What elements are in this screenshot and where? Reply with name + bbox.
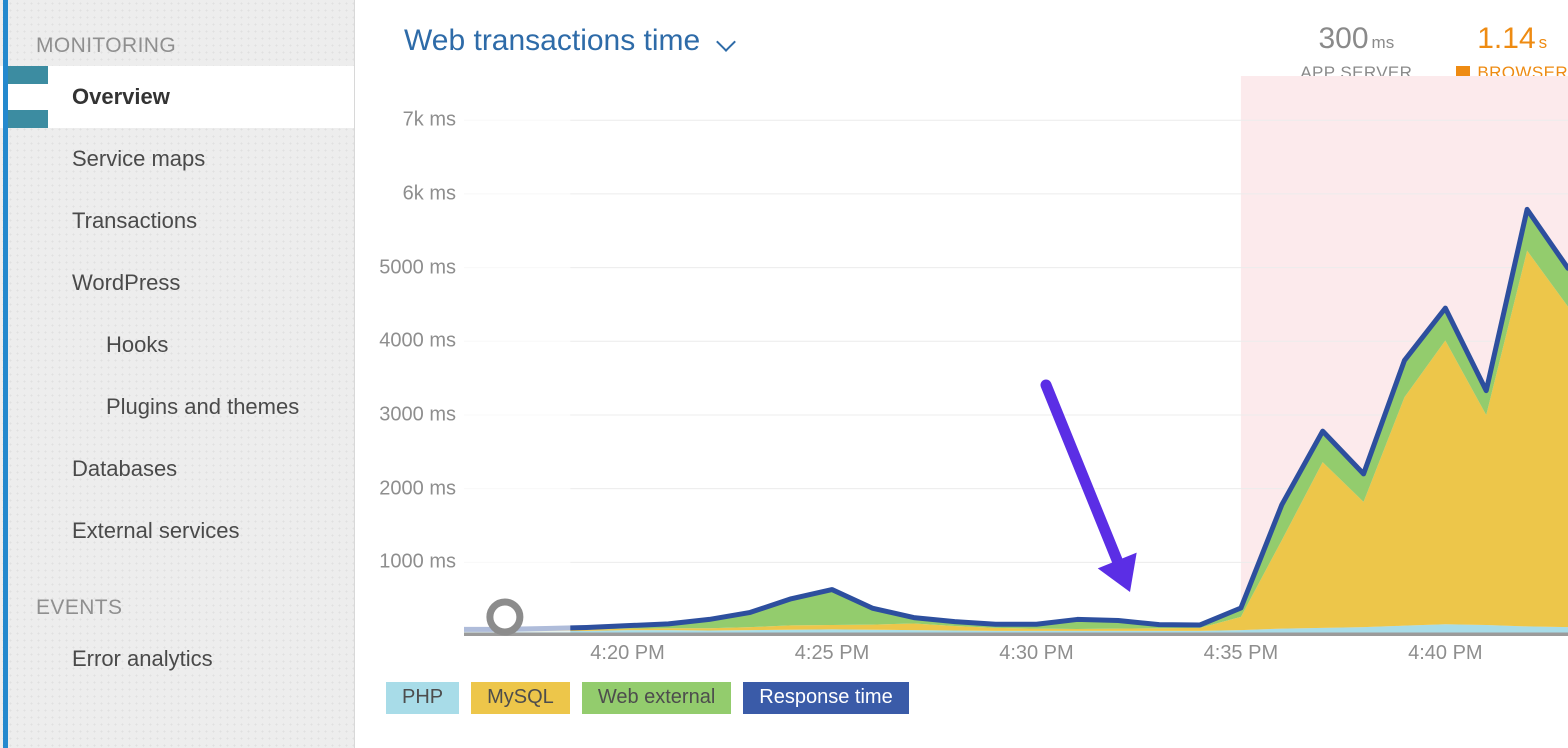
sidebar-item-wordpress[interactable]: WordPress [0, 252, 354, 314]
metric-number: 300 [1318, 22, 1368, 55]
sidebar-item-label[interactable]: Hooks [0, 332, 168, 358]
x-axis-tick-label: 4:35 PM [1204, 642, 1278, 665]
metric-app-server: 300msAPP SERVER [1300, 22, 1412, 83]
page-title: Web transactions time [404, 24, 700, 58]
sidebar-item-external-services[interactable]: External services [0, 500, 354, 562]
x-axis-tick-label: 4:30 PM [999, 642, 1073, 665]
main-content: Web transactions time 300msAPP SERVER 1.1… [356, 0, 1568, 748]
header-metrics: 300msAPP SERVER 1.14sBROWSER [1300, 22, 1568, 83]
metric-unit: ms [1372, 33, 1395, 52]
sidebar-section-events: EVENTS [0, 562, 354, 628]
sidebar-item-label[interactable]: Databases [0, 456, 177, 482]
legend-item-web-external[interactable]: Web external [582, 682, 731, 714]
metric-unit: s [1539, 33, 1548, 52]
sidebar-item-label[interactable]: Error analytics [0, 646, 213, 672]
sidebar-item-transactions[interactable]: Transactions [0, 190, 354, 252]
y-axis-tick-label: 4000 ms [379, 330, 456, 353]
sidebar: MONITORING Overview Service maps Transactio… [0, 0, 355, 748]
plot-area[interactable] [464, 76, 1568, 636]
sidebar-item-label: MONITORING [0, 34, 176, 58]
y-axis-labels: 1000 ms 2000 ms 3000 ms 4000 ms 5000 ms 6k ms… [356, 76, 456, 636]
y-axis-tick-label: 3000 ms [379, 403, 456, 426]
sidebar-item-service-maps[interactable]: Service maps [0, 128, 354, 190]
metric-number: 1.14 [1477, 22, 1535, 55]
sidebar-item-databases[interactable]: Databases [0, 438, 354, 500]
x-axis-tick-label: 4:20 PM [590, 642, 664, 665]
chart-svg [464, 76, 1568, 636]
metric-value: 300ms [1300, 22, 1412, 60]
sidebar-item-label[interactable]: Transactions [0, 208, 197, 234]
sidebar-item-label[interactable]: Overview [0, 84, 170, 110]
x-axis-labels: 4:20 PM 4:25 PM 4:30 PM 4:35 PM 4:40 PM [464, 642, 1568, 676]
sidebar-nav-list: MONITORING Overview Service maps Transactio… [0, 0, 354, 690]
metric-browser: 1.14sBROWSER [1456, 22, 1568, 83]
x-axis-tick-label: 4:40 PM [1408, 642, 1482, 665]
legend-item-mysql[interactable]: MySQL [471, 682, 570, 714]
y-axis-tick-label: 2000 ms [379, 477, 456, 500]
legend-item-php[interactable]: PHP [386, 682, 459, 714]
y-axis-tick-label: 5000 ms [379, 256, 456, 279]
x-axis-tick-label: 4:25 PM [795, 642, 869, 665]
sidebar-item-overview[interactable]: Overview [0, 66, 354, 128]
metric-value: 1.14s [1456, 22, 1568, 60]
y-axis-tick-label: 1000 ms [379, 551, 456, 574]
sidebar-item-plugins-and-themes[interactable]: Plugins and themes [0, 376, 354, 438]
partial-data-fade [464, 76, 570, 636]
deploy-marker-icon[interactable] [490, 602, 520, 632]
sidebar-item-label[interactable]: External services [0, 518, 240, 544]
chart-title-dropdown[interactable]: Web transactions time [404, 24, 738, 58]
sidebar-item-error-analytics[interactable]: Error analytics [0, 628, 354, 690]
legend-item-response-time[interactable]: Response time [743, 682, 908, 714]
chart-legend: PHP MySQL Web external Response time [386, 682, 909, 714]
y-axis-tick-label: 7k ms [403, 109, 456, 132]
sidebar-item-label[interactable]: Service maps [0, 146, 205, 172]
sidebar-section-monitoring: MONITORING [0, 0, 354, 66]
sidebar-item-label[interactable]: WordPress [0, 270, 180, 296]
chart-container: 1000 ms 2000 ms 3000 ms 4000 ms 5000 ms 6k ms… [356, 76, 1568, 748]
sidebar-item-label[interactable]: Plugins and themes [0, 394, 299, 420]
chevron-down-icon[interactable] [716, 32, 738, 54]
y-axis-tick-label: 6k ms [403, 182, 456, 205]
sidebar-item-hooks[interactable]: Hooks [0, 314, 354, 376]
left-scroll-rail[interactable] [3, 0, 8, 748]
sidebar-item-label: EVENTS [0, 596, 122, 620]
chart-header: Web transactions time 300msAPP SERVER1.1… [356, 0, 1568, 76]
